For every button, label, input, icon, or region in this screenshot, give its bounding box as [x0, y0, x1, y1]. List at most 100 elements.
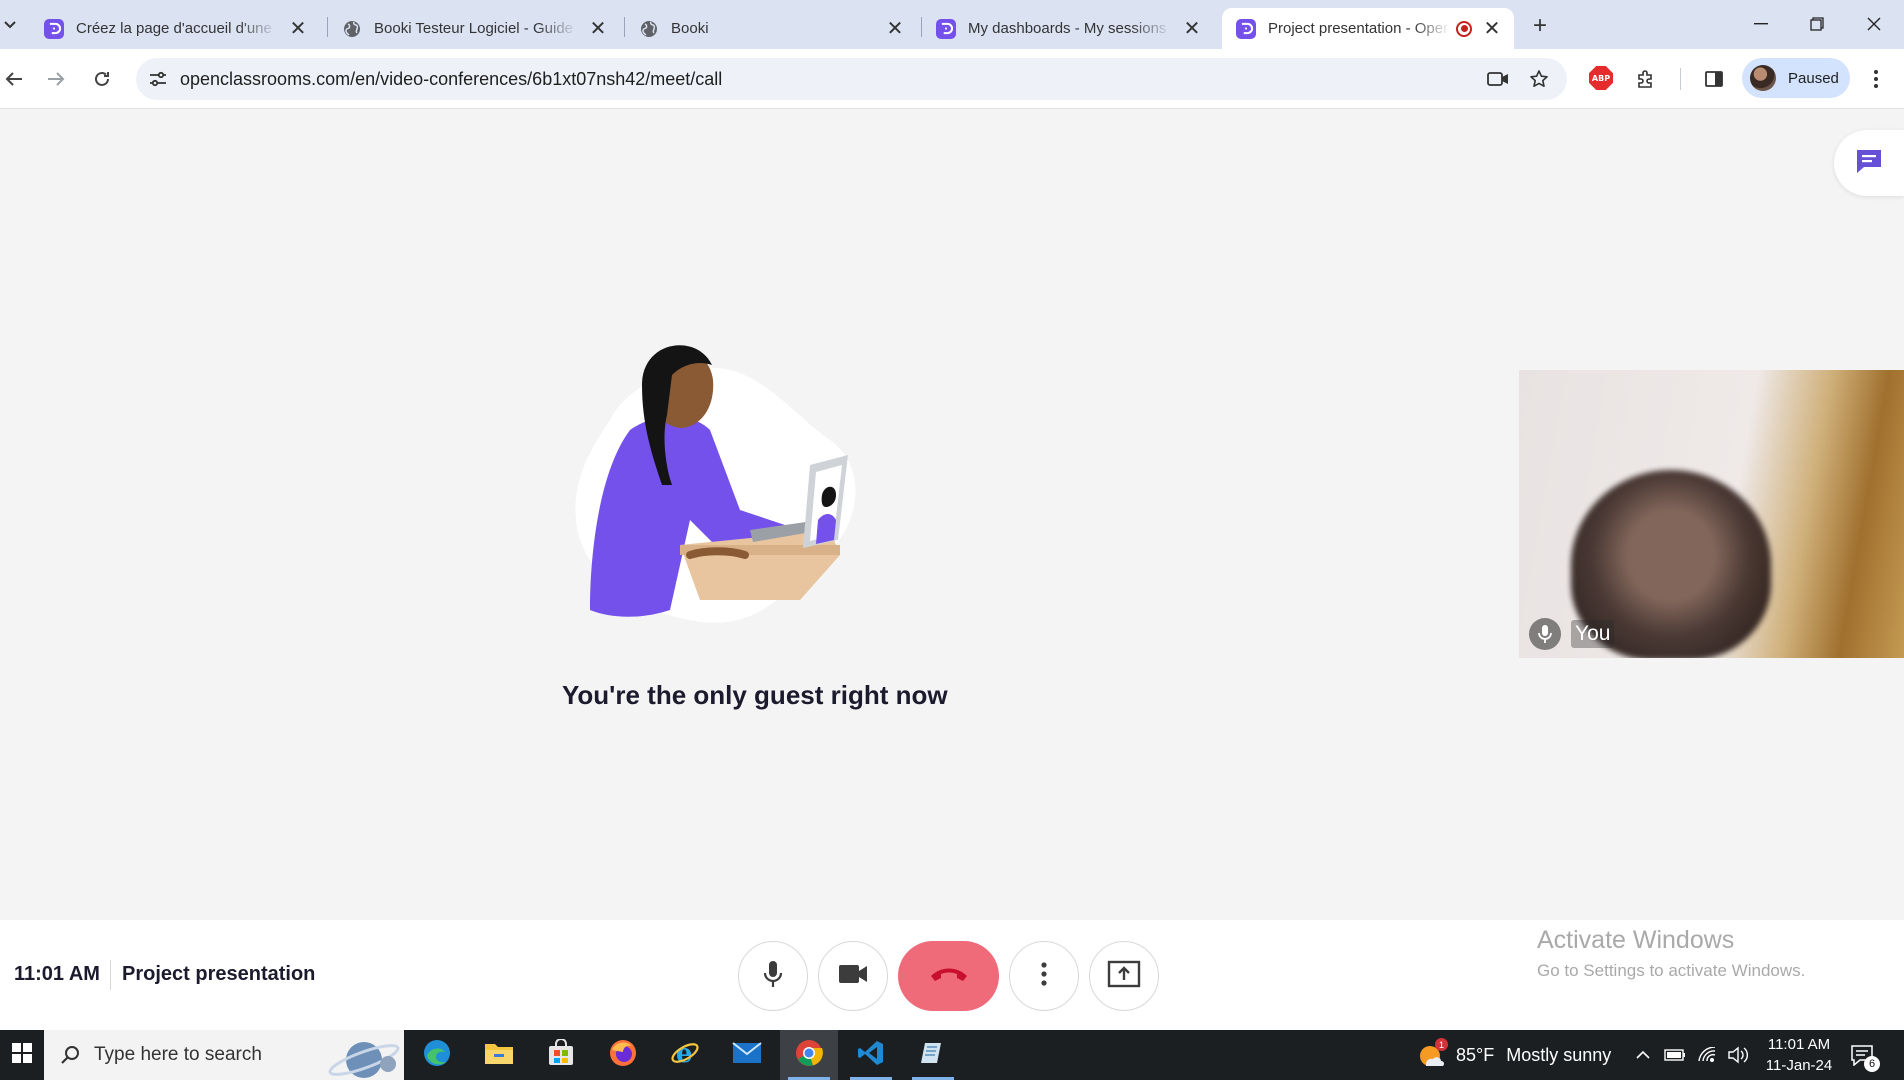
- call-control-bar: 11:01 AM Project presentation Activate W…: [0, 920, 1904, 1030]
- share-screen-button[interactable]: [1089, 941, 1159, 1011]
- search-highlight-planet-icon: [314, 1030, 404, 1080]
- browser-tab-4[interactable]: My dashboards - My sessions - OpenClassr…: [922, 8, 1214, 49]
- taskbar-mail-button[interactable]: [718, 1030, 776, 1080]
- video-call-page: You're the only guest right now You: [0, 110, 1904, 920]
- reload-icon[interactable]: [86, 63, 118, 95]
- minimize-window-icon[interactable]: [1733, 8, 1789, 40]
- back-arrow-icon[interactable]: [0, 63, 30, 95]
- windows-logo-icon: [12, 1042, 32, 1068]
- volume-icon[interactable]: [1728, 1046, 1748, 1064]
- close-tab-icon[interactable]: ✕: [1480, 17, 1504, 41]
- close-tab-icon[interactable]: ✕: [1180, 17, 1204, 41]
- watermark-title: Activate Windows: [1537, 926, 1735, 954]
- bookmark-star-icon[interactable]: [1527, 67, 1551, 91]
- microphone-icon: [1529, 618, 1561, 650]
- forward-arrow-icon[interactable]: [40, 63, 72, 95]
- self-video-label: You: [1529, 618, 1615, 650]
- site-settings-icon[interactable]: [148, 69, 168, 89]
- notification-icon: 6: [1850, 1044, 1880, 1072]
- close-window-icon[interactable]: [1846, 8, 1902, 40]
- call-title: Project presentation: [122, 963, 316, 985]
- microphone-toggle-button[interactable]: [738, 941, 808, 1011]
- watermark-subtitle: Go to Settings to activate Windows.: [1537, 961, 1806, 980]
- clock-time: 11:01 AM: [1767, 1036, 1831, 1053]
- end-call-button[interactable]: [898, 941, 999, 1011]
- browser-menu-icon[interactable]: [1860, 63, 1892, 95]
- screen-share-icon: [1107, 960, 1141, 993]
- tab-title: Créez la page d'accueil d'une agence: [76, 20, 278, 37]
- camera-in-use-icon[interactable]: [1486, 67, 1510, 91]
- taskbar-clock[interactable]: 11:01 AM 11-Jan-24: [1754, 1034, 1844, 1076]
- empty-room-message: You're the only guest right now: [562, 680, 948, 710]
- taskbar-ie-button[interactable]: e: [656, 1030, 714, 1080]
- vscode-icon: [857, 1039, 885, 1072]
- tab-title: Project presentation - OpenClassrooms: [1268, 20, 1450, 37]
- close-tab-icon[interactable]: ✕: [586, 17, 610, 41]
- taskbar-edge-button[interactable]: [408, 1030, 466, 1080]
- tab-search-chevron-icon[interactable]: [0, 12, 20, 38]
- profile-status-label: Paused: [1788, 69, 1839, 87]
- notification-center-button[interactable]: 6: [1850, 1030, 1880, 1080]
- taskbar-store-button[interactable]: [532, 1030, 590, 1080]
- notification-count-badge: 6: [1864, 1056, 1880, 1072]
- mail-icon: [732, 1041, 762, 1069]
- globe-icon: [342, 19, 362, 39]
- openclassrooms-icon: [1236, 18, 1256, 39]
- tab-title: Booki: [671, 20, 709, 37]
- close-tab-icon[interactable]: ✕: [883, 17, 907, 41]
- chat-icon: [1855, 148, 1883, 179]
- weather-temperature: 85°F: [1456, 1044, 1495, 1065]
- weather-widget[interactable]: 1 85°F Mostly sunny: [1418, 1030, 1611, 1080]
- document-app-icon: [919, 1039, 947, 1072]
- clock-date: 11-Jan-24: [1765, 1057, 1833, 1074]
- taskbar-file-explorer-button[interactable]: [470, 1030, 528, 1080]
- close-tab-icon[interactable]: ✕: [286, 17, 310, 41]
- control-bar-divider: [110, 960, 111, 990]
- search-icon: [60, 1045, 80, 1065]
- self-name-label: You: [1571, 620, 1615, 648]
- search-placeholder: Type here to search: [94, 1044, 262, 1065]
- new-tab-button[interactable]: +: [1526, 12, 1554, 40]
- wifi-icon[interactable]: [1698, 1047, 1716, 1063]
- browser-tab-1[interactable]: Créez la page d'accueil d'une agence ✕: [30, 8, 320, 49]
- weather-alert-badge: 1: [1435, 1038, 1448, 1051]
- video-camera-icon: [838, 964, 868, 989]
- extensions-puzzle-icon[interactable]: [1630, 63, 1662, 95]
- self-video-tile: You: [1519, 370, 1904, 658]
- taskbar-firefox-button[interactable]: [594, 1030, 652, 1080]
- taskbar-vscode-button[interactable]: [842, 1030, 900, 1080]
- store-icon: [547, 1037, 575, 1072]
- side-panel-icon[interactable]: [1698, 63, 1730, 95]
- windows-taskbar: Type here to search e 1 85°F Mostly sunn…: [0, 1030, 1904, 1080]
- profile-button[interactable]: Paused: [1742, 58, 1850, 98]
- camera-toggle-button[interactable]: [818, 941, 888, 1011]
- taskbar-search-box[interactable]: Type here to search: [44, 1030, 404, 1080]
- show-hidden-icons-chevron-icon[interactable]: [1636, 1051, 1650, 1059]
- address-bar[interactable]: openclassrooms.com/en/video-conferences/…: [136, 58, 1567, 100]
- openclassrooms-icon: [44, 18, 64, 39]
- weather-description: Mostly sunny: [1506, 1044, 1612, 1065]
- browser-toolbar: openclassrooms.com/en/video-conferences/…: [0, 49, 1904, 109]
- firefox-icon: [608, 1038, 638, 1073]
- chat-button[interactable]: [1834, 130, 1904, 196]
- browser-tab-3[interactable]: Booki ✕: [625, 8, 917, 49]
- taskbar-chrome-button[interactable]: [780, 1030, 838, 1080]
- adblock-icon[interactable]: ABP: [1589, 66, 1613, 90]
- tab-title: My dashboards - My sessions - OpenClassr…: [968, 20, 1172, 37]
- battery-icon[interactable]: [1664, 1049, 1686, 1061]
- url-text[interactable]: openclassrooms.com/en/video-conferences/…: [180, 69, 722, 90]
- edge-icon: [422, 1038, 452, 1073]
- windows-start-button[interactable]: [0, 1030, 44, 1080]
- activate-windows-watermark: Activate Windows Go to Settings to activ…: [1537, 926, 1805, 981]
- more-options-button[interactable]: [1009, 941, 1079, 1011]
- svg-text:e: e: [676, 1039, 693, 1068]
- call-time: 11:01 AM: [14, 963, 100, 985]
- browser-tab-5-active[interactable]: Project presentation - OpenClassrooms ✕: [1222, 8, 1514, 49]
- globe-icon: [639, 19, 659, 39]
- taskbar-app-button[interactable]: [904, 1030, 962, 1080]
- toolbar-divider: [1680, 68, 1681, 90]
- waiting-illustration: [575, 345, 856, 623]
- browser-tab-2[interactable]: Booki Testeur Logiciel - Guide de l'étud…: [328, 8, 620, 49]
- more-vertical-icon: [1041, 961, 1047, 991]
- restore-window-icon[interactable]: [1789, 8, 1845, 40]
